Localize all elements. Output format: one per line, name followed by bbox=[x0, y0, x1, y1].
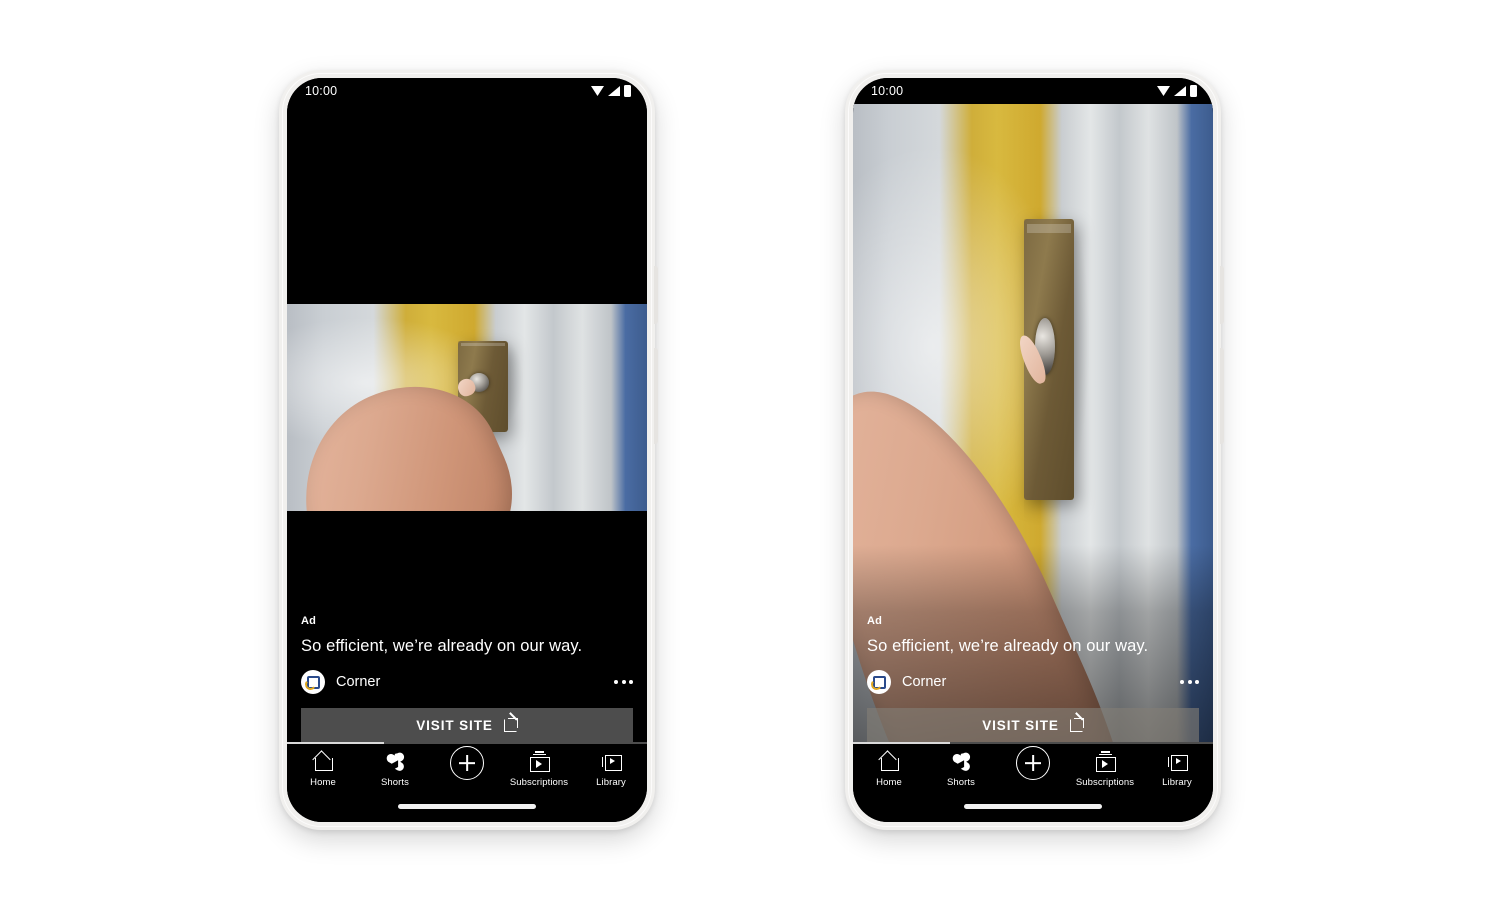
phone-screen: 10:00 Ad So efficient, we’re already on … bbox=[287, 78, 647, 822]
video-player-letterboxed[interactable]: Ad So efficient, we’re already on our wa… bbox=[287, 104, 647, 742]
ad-creative-image bbox=[287, 304, 647, 511]
status-icon-group bbox=[591, 85, 631, 97]
library-icon bbox=[600, 751, 622, 772]
phone-comparison-stage: 10:00 Ad So efficient, we’re already on … bbox=[0, 0, 1500, 900]
wifi-icon bbox=[1157, 86, 1170, 96]
phone-screen: 10:00 Ad So efficient, we’re already on … bbox=[853, 78, 1213, 822]
shorts-icon bbox=[384, 751, 406, 772]
nav-item-subscriptions[interactable]: Subscriptions bbox=[1069, 751, 1141, 788]
phone-letterboxed: 10:00 Ad So efficient, we’re already on … bbox=[279, 70, 658, 830]
nav-label-subscriptions: Subscriptions bbox=[1075, 777, 1135, 788]
nav-label-home: Home bbox=[310, 777, 336, 788]
nav-item-library[interactable]: Library bbox=[575, 751, 647, 788]
nav-label-library: Library bbox=[1162, 777, 1192, 788]
ad-brand-left: Corner bbox=[301, 670, 380, 694]
nav-item-home[interactable]: Home bbox=[853, 751, 925, 788]
kebab-menu-icon[interactable] bbox=[614, 680, 633, 684]
create-plus-icon[interactable] bbox=[1016, 746, 1050, 780]
visit-site-label: VISIT SITE bbox=[416, 717, 493, 733]
nav-item-shorts[interactable]: Shorts bbox=[925, 751, 997, 788]
subscriptions-icon bbox=[1094, 751, 1116, 772]
bottom-navigation-bar: Home Shorts Subscriptions Library bbox=[853, 744, 1213, 802]
status-icon-group bbox=[1157, 85, 1197, 97]
nav-label-shorts: Shorts bbox=[380, 777, 410, 788]
home-indicator-area bbox=[853, 802, 1213, 822]
ad-headline: So efficient, we’re already on our way. bbox=[867, 637, 1149, 655]
kebab-menu-icon[interactable] bbox=[1180, 680, 1199, 684]
ad-overlay: Ad So efficient, we’re already on our wa… bbox=[853, 545, 1213, 742]
status-bar: 10:00 bbox=[853, 78, 1213, 104]
corner-brand-avatar-icon bbox=[867, 670, 891, 694]
status-time: 10:00 bbox=[305, 84, 338, 98]
visit-site-label: VISIT SITE bbox=[982, 717, 1059, 733]
nav-label-shorts: Shorts bbox=[946, 777, 976, 788]
volume-button[interactable] bbox=[1220, 348, 1224, 444]
phone-fullbleed: 10:00 Ad So efficient, we’re already on … bbox=[845, 70, 1224, 830]
ad-overlay: Ad So efficient, we’re already on our wa… bbox=[287, 615, 647, 742]
corner-brand-avatar-icon bbox=[301, 670, 325, 694]
status-time: 10:00 bbox=[871, 84, 904, 98]
nav-item-subscriptions[interactable]: Subscriptions bbox=[503, 751, 575, 788]
home-icon bbox=[312, 751, 334, 772]
ad-label: Ad bbox=[301, 615, 317, 627]
power-button[interactable] bbox=[1220, 266, 1224, 324]
home-icon bbox=[878, 751, 900, 772]
bottom-navigation-bar: Home Shorts Subscriptions Library bbox=[287, 744, 647, 802]
nav-label-subscriptions: Subscriptions bbox=[509, 777, 569, 788]
external-link-icon bbox=[1069, 712, 1084, 732]
library-icon bbox=[1166, 751, 1188, 772]
volume-button[interactable] bbox=[654, 348, 658, 444]
home-indicator[interactable] bbox=[964, 804, 1102, 809]
status-bar: 10:00 bbox=[287, 78, 647, 104]
home-indicator-area bbox=[287, 802, 647, 822]
visit-site-button[interactable]: VISIT SITE bbox=[301, 708, 633, 742]
cellular-signal-icon bbox=[1174, 86, 1186, 96]
nav-item-library[interactable]: Library bbox=[1141, 751, 1213, 788]
ad-brand-row: Corner bbox=[867, 670, 1199, 694]
external-link-icon bbox=[503, 712, 518, 732]
shorts-icon bbox=[950, 751, 972, 772]
nav-item-shorts[interactable]: Shorts bbox=[359, 751, 431, 788]
home-indicator[interactable] bbox=[398, 804, 536, 809]
nav-item-home[interactable]: Home bbox=[287, 751, 359, 788]
battery-icon bbox=[624, 85, 631, 97]
ad-brand-row: Corner bbox=[301, 670, 633, 694]
nav-item-create[interactable] bbox=[997, 746, 1069, 780]
cellular-signal-icon bbox=[608, 86, 620, 96]
nav-label-library: Library bbox=[596, 777, 626, 788]
ad-brand-left: Corner bbox=[867, 670, 946, 694]
ad-headline: So efficient, we’re already on our way. bbox=[301, 637, 583, 655]
create-plus-icon[interactable] bbox=[450, 746, 484, 780]
subscriptions-icon bbox=[528, 751, 550, 772]
wifi-icon bbox=[591, 86, 604, 96]
power-button[interactable] bbox=[654, 266, 658, 324]
ad-brand-name: Corner bbox=[902, 674, 947, 690]
nav-item-create[interactable] bbox=[431, 746, 503, 780]
ad-label: Ad bbox=[867, 615, 883, 627]
ad-brand-name: Corner bbox=[336, 674, 381, 690]
battery-icon bbox=[1190, 85, 1197, 97]
video-player-fullbleed[interactable]: Ad So efficient, we’re already on our wa… bbox=[853, 104, 1213, 742]
nav-label-home: Home bbox=[876, 777, 902, 788]
visit-site-button[interactable]: VISIT SITE bbox=[867, 708, 1199, 742]
